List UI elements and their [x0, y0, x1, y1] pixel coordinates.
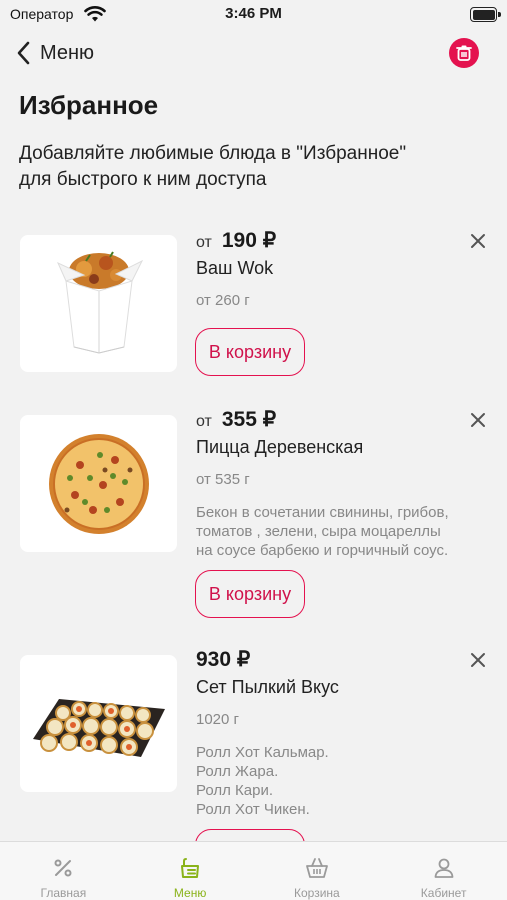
dish-weight: от 535 г	[196, 471, 250, 488]
price-prefix: от	[196, 234, 212, 251]
dish-info: от 190 ₽ Ваш Wok от 260 г	[196, 228, 466, 312]
dish-info: 930 ₽ Сет Пылкий Вкус 1020 г Ролл Хот Ка…	[196, 647, 466, 819]
basket-icon	[305, 858, 328, 878]
add-to-cart-button[interactable]: В корзину	[195, 570, 305, 618]
description-line: Ролл Хот Чикен.	[196, 801, 310, 818]
pizza-image	[48, 433, 149, 534]
subtitle-line: для быстрого к ним доступа	[19, 169, 267, 190]
description-line: Ролл Хот Кальмар.	[196, 744, 329, 761]
tab-cart[interactable]: Корзина	[254, 842, 381, 900]
remove-favorite-icon[interactable]	[468, 650, 488, 670]
dish-image[interactable]	[20, 655, 177, 792]
description-line: Ролл Кари.	[196, 782, 273, 799]
add-to-cart-button[interactable]: В корзину	[195, 328, 305, 376]
menu-bag-icon	[181, 858, 200, 878]
dish-weight: 1020 г	[196, 711, 240, 728]
dish-weight: от 260 г	[196, 292, 250, 309]
dish-price: 190 ₽	[221, 229, 277, 252]
price-row: от 355 ₽	[196, 407, 466, 431]
chevron-left-icon	[17, 41, 30, 65]
dish-info: от 355 ₽ Пицца Деревенская от 535 г Беко…	[196, 407, 466, 560]
dish-description: Бекон в сочетании свинины, грибов, томат…	[196, 503, 466, 560]
clear-favorites-button[interactable]	[449, 38, 479, 68]
tab-label: Кабинет	[420, 886, 467, 900]
dish-name[interactable]: Сет Пылкий Вкус	[196, 677, 466, 701]
description-line: на соусе барбекю и горчичный соус.	[196, 542, 449, 559]
clock: 3:46 PM	[225, 5, 282, 22]
description-line: Ролл Жара.	[196, 763, 279, 780]
nav-bar: Меню	[0, 30, 507, 76]
page-title: Избранное	[19, 90, 159, 120]
description-line: Бекон в сочетании свинины, грибов,	[196, 504, 449, 521]
price-prefix: от	[196, 413, 212, 430]
dish-price: 355 ₽	[221, 408, 277, 431]
tab-bar: Главная Меню Корзина Кабинет	[0, 841, 507, 900]
trash-icon	[456, 45, 472, 61]
remove-favorite-icon[interactable]	[468, 410, 488, 430]
price-row: 930 ₽	[196, 647, 466, 671]
tab-home[interactable]: Главная	[0, 842, 127, 900]
person-icon	[434, 858, 454, 878]
sushi-set-image	[32, 698, 165, 757]
percent-icon	[54, 859, 72, 877]
tab-label: Корзина	[294, 886, 340, 900]
dish-name[interactable]: Пицца Деревенская	[196, 437, 466, 461]
status-bar: Оператор 3:46 PM	[0, 0, 507, 30]
wok-box-image	[56, 250, 143, 354]
tab-account[interactable]: Кабинет	[380, 842, 507, 900]
back-button[interactable]: Меню	[16, 38, 94, 68]
page-subtitle: Добавляйте любимые блюда в "Избранное" д…	[19, 141, 479, 193]
price-row: от 190 ₽	[196, 228, 466, 252]
dish-price: 930 ₽	[196, 648, 251, 671]
tab-menu[interactable]: Меню	[127, 842, 254, 900]
dish-image[interactable]	[20, 415, 177, 552]
dish-description: Ролл Хот Кальмар. Ролл Жара. Ролл Кари. …	[196, 743, 466, 819]
subtitle-line: Добавляйте любимые блюда в "Избранное"	[19, 143, 407, 164]
remove-favorite-icon[interactable]	[468, 231, 488, 251]
tab-label: Меню	[173, 886, 207, 900]
description-line: томатов , зелени, сыра моцареллы	[196, 523, 441, 540]
back-label: Меню	[40, 41, 95, 64]
battery-icon	[470, 7, 501, 22]
tab-label: Главная	[40, 886, 87, 900]
dish-image[interactable]	[20, 235, 177, 372]
dish-name[interactable]: Ваш Wok	[196, 258, 466, 282]
